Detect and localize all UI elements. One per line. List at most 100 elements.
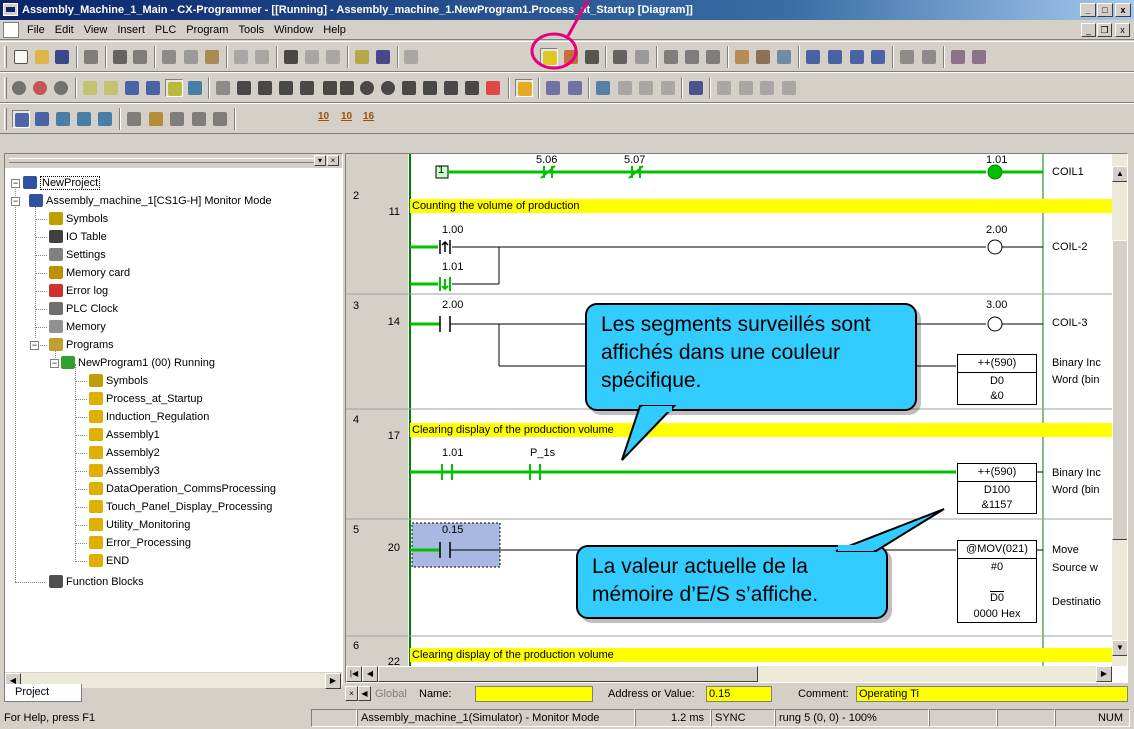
nav-left-icon[interactable]: ◀: [358, 686, 371, 701]
time-chart-icon[interactable]: [566, 79, 584, 97]
zoom-10b-button[interactable]: 10: [341, 111, 359, 129]
io-view-icon[interactable]: [826, 48, 844, 66]
sim-step-icon[interactable]: [737, 79, 755, 97]
print-preview-a-icon[interactable]: [82, 48, 100, 66]
contact-nc-icon[interactable]: [256, 79, 274, 97]
or-nc-contact-icon[interactable]: [298, 79, 316, 97]
program-check-icon[interactable]: [733, 48, 751, 66]
menu-program[interactable]: Program: [181, 20, 233, 40]
watch-view-icon[interactable]: [54, 110, 72, 128]
tree-task-process-at-startup[interactable]: Process_at_Startup: [89, 390, 203, 408]
cross-ref-icon[interactable]: [75, 110, 93, 128]
print-preview-icon[interactable]: [131, 48, 149, 66]
tree-item-programs[interactable]: Programs: [49, 336, 114, 354]
toolbar-grip[interactable]: [4, 46, 7, 68]
rung4-increment-box[interactable]: ++(590) D100 &1157: [957, 463, 1037, 514]
open-icon[interactable]: [33, 48, 51, 66]
show-bits-icon[interactable]: [144, 79, 162, 97]
contact-no-icon[interactable]: [235, 79, 253, 97]
undo-icon[interactable]: [232, 48, 250, 66]
context-help-icon[interactable]: [374, 48, 392, 66]
or-contact-icon[interactable]: [277, 79, 295, 97]
print-icon[interactable]: [111, 48, 129, 66]
force-cancel-icon[interactable]: [659, 79, 677, 97]
address-view-icon[interactable]: [920, 48, 938, 66]
sim-break-icon[interactable]: [780, 79, 798, 97]
find-icon[interactable]: [282, 48, 300, 66]
document-icon[interactable]: [3, 22, 19, 38]
tree-item-plc-clock[interactable]: PLC Clock: [49, 300, 118, 318]
maximize-button[interactable]: □: [1097, 3, 1113, 17]
jump-bookmark-icon[interactable]: [211, 110, 229, 128]
address-field[interactable]: 0.15: [706, 686, 772, 702]
tree-task-assembly2[interactable]: Assembly2: [89, 444, 160, 462]
tree-task-assembly1[interactable]: Assembly1: [89, 426, 160, 444]
tree-item-settings[interactable]: Settings: [49, 246, 106, 264]
redo-icon[interactable]: [253, 48, 271, 66]
nav-close-icon[interactable]: ×: [345, 686, 358, 701]
pause-icon[interactable]: [633, 48, 651, 66]
expand-plc-icon[interactable]: −: [11, 197, 20, 206]
mdi-close-button[interactable]: x: [1115, 23, 1130, 37]
sim-run-icon[interactable]: [715, 79, 733, 97]
zoom-fit-icon[interactable]: [31, 79, 49, 97]
tree-task-utility-monitoring[interactable]: Utility_Monitoring: [89, 516, 190, 534]
paste-icon[interactable]: [203, 48, 221, 66]
select-mode-icon[interactable]: [214, 79, 232, 97]
tree-item-error-log[interactable]: Error log: [49, 282, 108, 300]
goto-rung-icon[interactable]: [168, 110, 186, 128]
tree-task-error-processing[interactable]: Error_Processing: [89, 534, 191, 552]
menu-tools[interactable]: Tools: [233, 20, 269, 40]
tree-item-memory-card[interactable]: Memory card: [49, 264, 130, 282]
rung5-move-box[interactable]: @MOV(021) #0 D0 0000 Hex: [957, 540, 1037, 623]
hscroll-next-icon[interactable]: ▶: [1096, 666, 1112, 682]
rung-annotation-icon[interactable]: [186, 79, 204, 97]
scroll-down-icon[interactable]: ▼: [1112, 640, 1127, 656]
menu-help[interactable]: Help: [318, 20, 351, 40]
menu-plc[interactable]: PLC: [150, 20, 181, 40]
vscroll-thumb[interactable]: [1112, 240, 1127, 540]
data-trace-icon[interactable]: [544, 79, 562, 97]
cut-icon[interactable]: [160, 48, 178, 66]
zoom-10-button[interactable]: 10: [318, 111, 336, 129]
copy-icon[interactable]: [182, 48, 200, 66]
transfer-icon[interactable]: [611, 48, 629, 66]
delete-line-icon[interactable]: [484, 79, 502, 97]
tree-root-newproject[interactable]: NewProject: [23, 174, 101, 192]
new-icon[interactable]: [12, 48, 30, 66]
comment-field[interactable]: Operating Ti: [856, 686, 1128, 702]
tree-plc[interactable]: Assembly_machine_1[CS1G-H] Monitor Mode: [29, 192, 272, 210]
minimize-button[interactable]: _: [1080, 3, 1096, 17]
differential-icon[interactable]: [687, 79, 705, 97]
find-all-icon[interactable]: [324, 48, 342, 66]
work-online-icon[interactable]: [402, 48, 420, 66]
tree-function-blocks[interactable]: Function Blocks: [49, 573, 144, 591]
scroll-right-icon[interactable]: ▶: [325, 673, 341, 689]
coil-nc-icon[interactable]: [379, 79, 397, 97]
project-window-icon[interactable]: [12, 110, 30, 128]
menu-window[interactable]: Window: [269, 20, 318, 40]
io-table-icon[interactable]: [970, 48, 988, 66]
verify-icon[interactable]: [704, 48, 722, 66]
tree-program[interactable]: NewProgram1 (00) Running: [61, 354, 215, 372]
forced-icon[interactable]: [869, 48, 887, 66]
menu-insert[interactable]: Insert: [112, 20, 150, 40]
expand-program-icon[interactable]: −: [50, 359, 59, 368]
zoom-out-icon[interactable]: [10, 79, 28, 97]
horizontal-line-icon[interactable]: [338, 79, 356, 97]
ladder-vscrollbar[interactable]: ▲ ▼: [1112, 154, 1127, 666]
online-edit-icon[interactable]: [775, 48, 793, 66]
replace-icon[interactable]: [303, 48, 321, 66]
scroll-up-icon[interactable]: ▲: [1112, 166, 1127, 182]
zoom-in-icon[interactable]: [52, 79, 70, 97]
monitor-ladder-icon[interactable]: [515, 79, 533, 97]
tab-global[interactable]: Global: [375, 687, 407, 701]
tab-project[interactable]: Project: [4, 684, 82, 702]
force-on-icon[interactable]: [616, 79, 634, 97]
menu-view[interactable]: View: [79, 20, 113, 40]
hscroll-prev-icon[interactable]: ◀: [362, 666, 378, 682]
expand-project-icon[interactable]: −: [11, 179, 20, 188]
tree-task-end[interactable]: END: [89, 552, 129, 570]
bookmark-icon[interactable]: [190, 110, 208, 128]
line-connect-icon[interactable]: [463, 79, 481, 97]
